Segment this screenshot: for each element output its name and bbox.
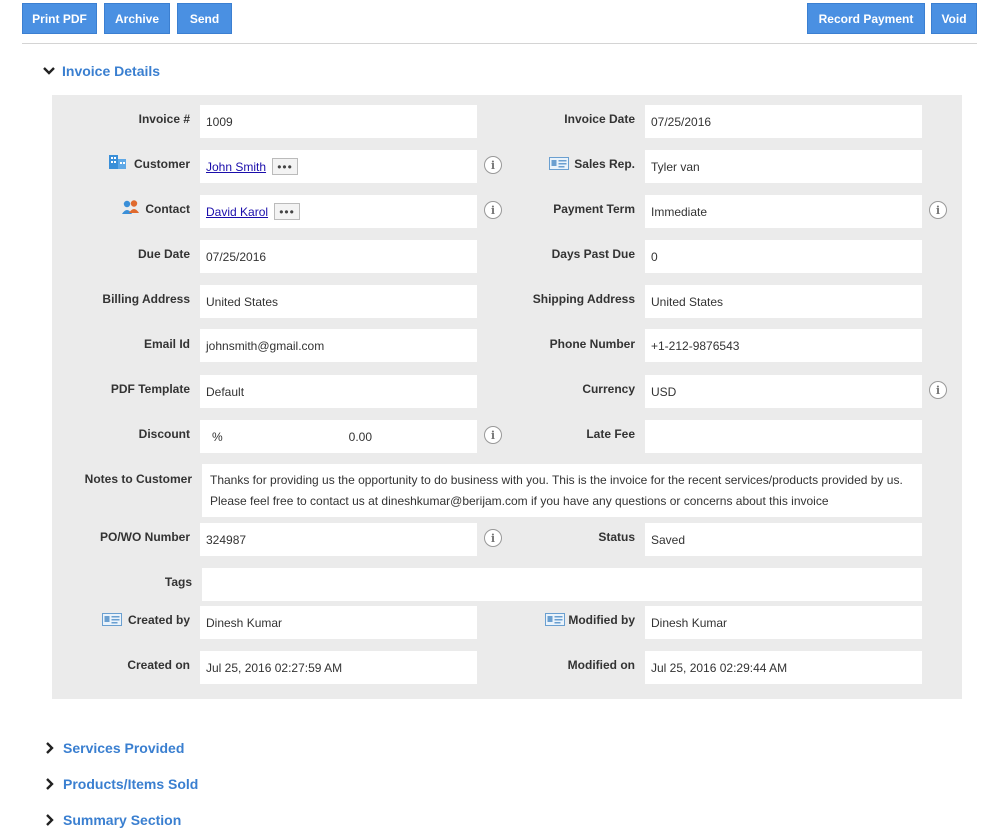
invoice-number-field[interactable]: 1009 xyxy=(200,105,477,138)
payment-term-info-icon[interactable]: i xyxy=(929,201,947,219)
section-invoice-details[interactable]: Invoice Details xyxy=(42,63,160,79)
section-summary[interactable]: Summary Section xyxy=(43,812,181,828)
currency-label: Currency xyxy=(582,382,635,396)
section-services-provided[interactable]: Services Provided xyxy=(43,740,184,756)
notes-to-customer-label: Notes to Customer xyxy=(84,472,192,486)
discount-field[interactable]: % 0.00 xyxy=(200,420,477,453)
sales-rep-field[interactable]: Tyler van xyxy=(645,150,922,183)
created-by-field[interactable]: Dinesh Kumar xyxy=(200,606,477,639)
late-fee-label: Late Fee xyxy=(586,427,635,441)
phone-number-label: Phone Number xyxy=(549,337,635,351)
status-field[interactable]: Saved xyxy=(645,523,922,556)
customer-label: Customer xyxy=(133,157,190,171)
customer-info-icon[interactable]: i xyxy=(484,156,502,174)
status-label: Status xyxy=(598,530,635,544)
id-card-icon xyxy=(102,613,122,626)
po-wo-number-label: PO/WO Number xyxy=(99,530,190,544)
contact-more-button[interactable]: ••• xyxy=(274,203,301,220)
contact-field[interactable]: David Karol ••• xyxy=(200,195,477,228)
currency-field[interactable]: USD xyxy=(645,375,922,408)
due-date-field[interactable]: 07/25/2016 xyxy=(200,240,477,273)
contact-label: Contact xyxy=(145,202,190,216)
discount-value[interactable]: 0.00 xyxy=(349,430,372,444)
payment-term-field[interactable]: Immediate xyxy=(645,195,922,228)
id-card-icon xyxy=(549,157,569,170)
tags-label: Tags xyxy=(164,575,192,589)
sales-rep-label: Sales Rep. xyxy=(574,157,635,171)
archive-button[interactable]: Archive xyxy=(104,3,170,34)
contact-link[interactable]: David Karol xyxy=(206,205,268,219)
section-title: Services Provided xyxy=(63,740,185,756)
billing-address-label: Billing Address xyxy=(102,292,190,306)
building-icon xyxy=(109,155,126,169)
shipping-address-field[interactable]: United States xyxy=(645,285,922,318)
chevron-right-icon xyxy=(46,778,54,790)
section-products-items-sold[interactable]: Products/Items Sold xyxy=(43,776,198,792)
modified-on-label: Modified on xyxy=(567,658,635,672)
invoice-date-field[interactable]: 07/25/2016 xyxy=(645,105,922,138)
days-past-due-label: Days Past Due xyxy=(551,247,635,261)
section-title: Products/Items Sold xyxy=(63,776,199,792)
void-button[interactable]: Void xyxy=(931,3,977,34)
discount-info-icon[interactable]: i xyxy=(484,426,502,444)
modified-on-field[interactable]: Jul 25, 2016 02:29:44 AM xyxy=(645,651,922,684)
tags-field[interactable] xyxy=(202,568,922,601)
phone-number-field[interactable]: +1-212-9876543 xyxy=(645,329,922,362)
due-date-label: Due Date xyxy=(137,247,190,261)
customer-link[interactable]: John Smith xyxy=(206,160,266,174)
modified-by-field[interactable]: Dinesh Kumar xyxy=(645,606,922,639)
billing-address-field[interactable]: United States xyxy=(200,285,477,318)
payment-term-label: Payment Term xyxy=(553,202,635,216)
contact-info-icon[interactable]: i xyxy=(484,201,502,219)
modified-by-label: Modified by xyxy=(568,613,635,627)
customer-field[interactable]: John Smith ••• xyxy=(200,150,477,183)
chevron-right-icon xyxy=(46,742,54,754)
late-fee-field[interactable] xyxy=(645,420,922,453)
created-on-label: Created on xyxy=(127,658,190,672)
id-card-icon xyxy=(545,613,565,626)
email-field[interactable]: johnsmith@gmail.com xyxy=(200,329,477,362)
po-wo-info-icon[interactable]: i xyxy=(484,529,502,547)
invoice-date-label: Invoice Date xyxy=(564,112,635,126)
days-past-due-field[interactable]: 0 xyxy=(645,240,922,273)
toolbar-divider xyxy=(22,43,977,44)
send-button[interactable]: Send xyxy=(177,3,232,34)
pdf-template-field[interactable]: Default xyxy=(200,375,477,408)
invoice-number-label: Invoice # xyxy=(138,112,190,126)
record-payment-button[interactable]: Record Payment xyxy=(807,3,925,34)
customer-more-button[interactable]: ••• xyxy=(272,158,299,175)
po-wo-number-field[interactable]: 324987 xyxy=(200,523,477,556)
section-title: Invoice Details xyxy=(62,63,161,79)
currency-info-icon[interactable]: i xyxy=(929,381,947,399)
chevron-right-icon xyxy=(46,814,54,826)
email-label: Email Id xyxy=(143,337,190,351)
section-title: Summary Section xyxy=(63,812,182,828)
print-pdf-button[interactable]: Print PDF xyxy=(22,3,97,34)
chevron-down-icon xyxy=(43,67,55,75)
notes-to-customer-field[interactable]: Thanks for providing us the opportunity … xyxy=(202,464,922,517)
discount-label: Discount xyxy=(138,427,190,441)
pdf-template-label: PDF Template xyxy=(110,382,190,396)
discount-unit[interactable]: % xyxy=(212,430,223,444)
created-by-label: Created by xyxy=(127,613,190,627)
shipping-address-label: Shipping Address xyxy=(532,292,635,306)
created-on-field[interactable]: Jul 25, 2016 02:27:59 AM xyxy=(200,651,477,684)
contacts-icon xyxy=(122,200,139,214)
